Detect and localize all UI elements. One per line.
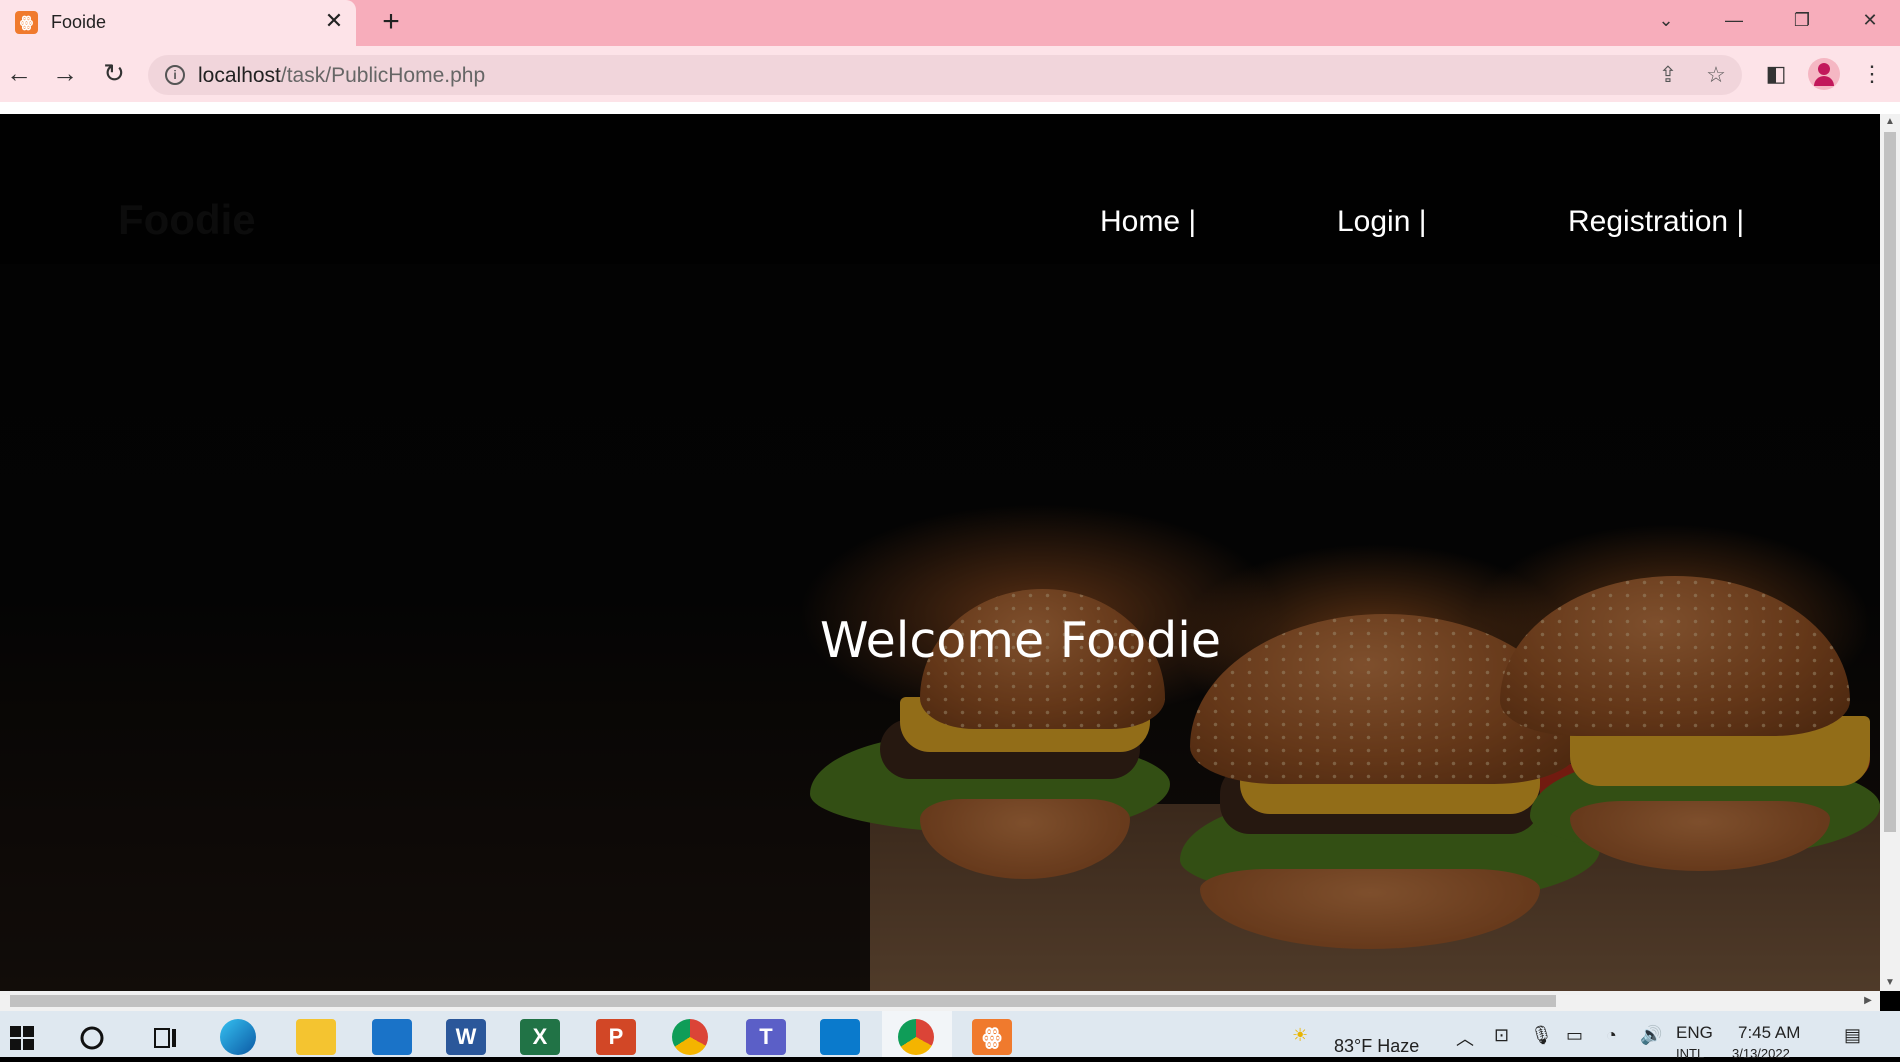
edge-icon[interactable]: [220, 1019, 256, 1055]
tab-close-icon[interactable]: ✕: [322, 8, 346, 34]
microphone-icon[interactable]: 🎙: [1530, 1025, 1553, 1046]
vertical-scroll-thumb[interactable]: [1884, 132, 1896, 832]
xampp-favicon-icon: ꙮ: [15, 11, 38, 34]
weather-text[interactable]: 83°F Haze: [1334, 1036, 1419, 1057]
page-top-divider: [0, 102, 1900, 114]
keyboard-layout-indicator[interactable]: INTL: [1676, 1046, 1704, 1061]
horizontal-scroll-thumb[interactable]: [10, 995, 1556, 1007]
search-icon[interactable]: [72, 1019, 112, 1055]
word-icon[interactable]: W: [446, 1019, 486, 1055]
scroll-down-arrow-icon[interactable]: ▼: [1880, 975, 1900, 991]
weather-icon[interactable]: ☀: [1292, 1025, 1308, 1046]
scroll-up-arrow-icon[interactable]: ▲: [1880, 114, 1900, 130]
address-bar[interactable]: i localhost/task/PublicHome.php ⇪ ☆: [148, 55, 1742, 95]
excel-icon[interactable]: X: [520, 1019, 560, 1055]
forward-button[interactable]: →: [46, 54, 84, 92]
windows-start-icon[interactable]: [2, 1019, 42, 1055]
vertical-scrollbar[interactable]: ▲ ▼: [1880, 114, 1900, 991]
back-button[interactable]: ←: [0, 54, 38, 92]
notifications-icon[interactable]: ▤: [1844, 1025, 1861, 1046]
tab-title: Fooide: [51, 12, 107, 32]
side-panel-icon[interactable]: ◧: [1760, 58, 1792, 90]
url-text[interactable]: localhost/task/PublicHome.php: [198, 64, 485, 88]
browser-tab[interactable]: ꙮ Fooide ✕: [0, 0, 356, 46]
nav-link-login[interactable]: Login |: [1337, 205, 1427, 239]
vscode-icon[interactable]: [820, 1019, 860, 1055]
battery-icon[interactable]: ▭: [1566, 1025, 1583, 1046]
web-page: Foodie Home | Login | Registration | Wel…: [0, 114, 1880, 991]
teams-icon[interactable]: T: [746, 1019, 786, 1055]
chrome-menu-icon[interactable]: ⋮: [1856, 58, 1888, 90]
tab-search-dropdown-icon[interactable]: ⌄: [1644, 2, 1688, 38]
reload-button[interactable]: ↻: [95, 54, 133, 92]
site-navbar: Foodie Home | Login | Registration |: [0, 114, 1880, 264]
task-view-icon[interactable]: [146, 1019, 186, 1055]
url-path: /task/PublicHome.php: [280, 64, 486, 87]
mail-icon[interactable]: [372, 1019, 412, 1055]
xampp-icon[interactable]: ꙮ: [972, 1019, 1012, 1055]
close-window-button[interactable]: ✕: [1848, 2, 1892, 38]
site-brand-logo[interactable]: Foodie: [118, 196, 256, 244]
minimize-button[interactable]: —: [1712, 2, 1756, 38]
chrome-active-icon[interactable]: [898, 1019, 934, 1055]
browser-toolbar: ← → ↻ i localhost/task/PublicHome.php ⇪ …: [0, 46, 1900, 102]
bookmark-star-icon[interactable]: ☆: [1702, 61, 1730, 89]
scroll-right-arrow-icon[interactable]: ▶: [1860, 991, 1876, 1011]
hero-welcome-heading: Welcome Foodie: [820, 612, 1221, 669]
nav-link-registration[interactable]: Registration |: [1568, 205, 1744, 239]
chrome-icon[interactable]: [672, 1019, 708, 1055]
windows-taskbar: W X P T ꙮ ☀ 83°F Haze ︿ ⊡ 🎙 ▭ ◔ 🔊 ENG IN…: [0, 1011, 1900, 1061]
volume-icon[interactable]: 🔊: [1640, 1025, 1662, 1046]
clock-time[interactable]: 7:45 AM: [1738, 1023, 1800, 1043]
tab-strip: ꙮ Fooide ✕ + ⌄ — ❐ ✕: [0, 0, 1900, 46]
share-icon[interactable]: ⇪: [1654, 61, 1682, 89]
file-explorer-icon[interactable]: [296, 1019, 336, 1055]
url-host: localhost: [198, 64, 281, 87]
wifi-icon[interactable]: ◔: [1606, 1025, 1617, 1046]
restore-button[interactable]: ❐: [1780, 2, 1824, 38]
profile-avatar[interactable]: [1808, 58, 1840, 90]
language-indicator[interactable]: ENG: [1676, 1023, 1713, 1043]
horizontal-scrollbar[interactable]: ▶: [0, 991, 1880, 1011]
powerpoint-icon[interactable]: P: [596, 1019, 636, 1055]
nav-link-home[interactable]: Home |: [1100, 205, 1196, 239]
show-hidden-icons-chevron-icon[interactable]: ︿: [1456, 1025, 1474, 1051]
new-tab-button[interactable]: +: [376, 6, 406, 38]
site-info-icon[interactable]: i: [165, 65, 185, 85]
clock-date[interactable]: 3/13/2022: [1732, 1046, 1790, 1061]
meet-now-icon[interactable]: ⊡: [1494, 1025, 1509, 1046]
